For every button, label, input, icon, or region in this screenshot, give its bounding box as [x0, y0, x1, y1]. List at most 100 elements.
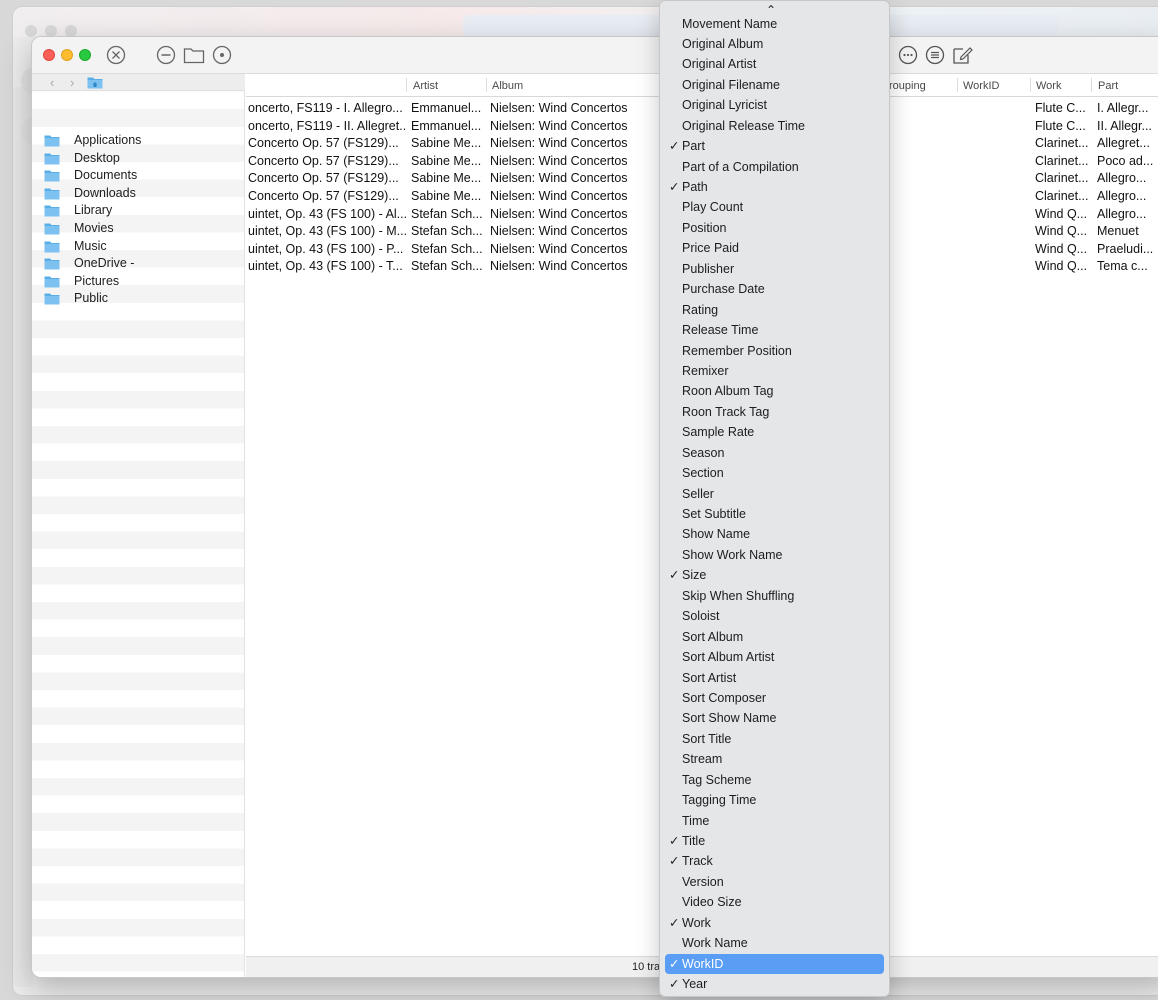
- menu-item[interactable]: Original Filename: [665, 75, 884, 95]
- menu-item[interactable]: Show Work Name: [665, 545, 884, 565]
- column-chooser-menu: ⌃ Movement Name Original Album Original Ar…: [659, 0, 890, 997]
- menu-item-label: Roon Album Tag: [682, 384, 774, 399]
- zoom-window-button[interactable]: [79, 49, 91, 61]
- menu-item[interactable]: Sort Album: [665, 627, 884, 647]
- menu-item-label: Sort Show Name: [682, 711, 777, 726]
- menu-item[interactable]: Soloist: [665, 606, 884, 626]
- menu-item[interactable]: Stream: [665, 749, 884, 769]
- menu-item[interactable]: Show Name: [665, 524, 884, 544]
- menu-item[interactable]: Price Paid: [665, 238, 884, 258]
- folder-icon[interactable]: [183, 45, 205, 65]
- menu-item[interactable]: ✓ WorkID: [665, 953, 884, 975]
- menu-item[interactable]: Release Time: [665, 320, 884, 340]
- column-header-part[interactable]: Part: [1098, 80, 1118, 92]
- list-icon[interactable]: [925, 45, 945, 65]
- cell-part: Praeludi...: [1097, 241, 1154, 256]
- menu-item[interactable]: Original Lyricist: [665, 95, 884, 115]
- cell-work: Wind Q...: [1035, 241, 1088, 256]
- menu-item[interactable]: Season: [665, 443, 884, 463]
- sidebar-item[interactable]: Documents: [32, 167, 245, 185]
- remove-icon[interactable]: [156, 45, 176, 65]
- menu-item[interactable]: Roon Track Tag: [665, 402, 884, 422]
- column-header-workid[interactable]: WorkID: [963, 80, 999, 92]
- menu-item[interactable]: Time: [665, 811, 884, 831]
- sidebar-item[interactable]: Library: [32, 202, 245, 220]
- folder-icon: [44, 293, 60, 305]
- menu-item-label: Seller: [682, 486, 714, 501]
- sidebar-item[interactable]: Applications: [32, 132, 245, 150]
- menu-item[interactable]: Sort Album Artist: [665, 647, 884, 667]
- menu-item[interactable]: ✓ Title: [665, 831, 884, 851]
- column-header-album[interactable]: Album: [492, 80, 523, 92]
- menu-item-label: Section: [682, 466, 724, 481]
- menu-item[interactable]: Sort Artist: [665, 668, 884, 688]
- sidebar-item[interactable]: Music: [32, 238, 245, 256]
- menu-item[interactable]: Position: [665, 218, 884, 238]
- column-header-work[interactable]: Work: [1036, 80, 1061, 92]
- menu-item[interactable]: Sort Show Name: [665, 708, 884, 728]
- sidebar-item[interactable]: Desktop: [32, 150, 245, 168]
- column-header-artist[interactable]: Artist: [413, 80, 438, 92]
- sidebar-item-label: Library: [74, 203, 113, 218]
- sidebar-item[interactable]: OneDrive -: [32, 255, 245, 273]
- forward-arrow-icon[interactable]: ›: [70, 75, 74, 90]
- sidebar-item[interactable]: Downloads: [32, 185, 245, 203]
- cell-artist: Stefan Sch...: [411, 224, 483, 239]
- menu-item[interactable]: Original Album: [665, 34, 884, 54]
- menu-item[interactable]: Tagging Time: [665, 790, 884, 810]
- cell-work: Wind Q...: [1035, 206, 1088, 221]
- menu-item[interactable]: Sort Title: [665, 729, 884, 749]
- menu-item[interactable]: Set Subtitle: [665, 504, 884, 524]
- back-arrow-icon[interactable]: ‹: [50, 75, 54, 90]
- sidebar-item[interactable]: Public: [32, 290, 245, 308]
- menu-item[interactable]: Video Size: [665, 892, 884, 912]
- menu-item[interactable]: Publisher: [665, 259, 884, 279]
- menu-item[interactable]: Original Release Time: [665, 116, 884, 136]
- menu-item[interactable]: Work Name: [665, 933, 884, 953]
- menu-item[interactable]: Sort Composer: [665, 688, 884, 708]
- menu-item[interactable]: Rating: [665, 300, 884, 320]
- menu-item[interactable]: Seller: [665, 484, 884, 504]
- sidebar-item[interactable]: Pictures: [32, 273, 245, 291]
- cell-album: Nielsen: Wind Concertos: [490, 171, 628, 186]
- menu-item-label: Movement Name: [682, 16, 778, 31]
- sidebar-item-label: Pictures: [74, 273, 120, 288]
- menu-item[interactable]: ✓ Track: [665, 851, 884, 871]
- menu-item[interactable]: Skip When Shuffling: [665, 586, 884, 606]
- more-options-icon[interactable]: [898, 45, 918, 65]
- menu-item[interactable]: Version: [665, 872, 884, 892]
- cell-artist: Stefan Sch...: [411, 241, 483, 256]
- menu-item[interactable]: Play Count: [665, 197, 884, 217]
- menu-item-label: Sort Composer: [682, 690, 767, 705]
- menu-item[interactable]: ✓ Size: [665, 565, 884, 585]
- folder-icon: [44, 188, 60, 200]
- cell-part: Tema c...: [1097, 259, 1148, 274]
- menu-item[interactable]: ✓ Work: [665, 913, 884, 933]
- stop-icon[interactable]: [106, 45, 126, 65]
- cell-work: Wind Q...: [1035, 259, 1088, 274]
- edit-icon[interactable]: [952, 45, 974, 65]
- sidebar-item[interactable]: Movies: [32, 220, 245, 238]
- menu-item[interactable]: Part of a Compilation: [665, 157, 884, 177]
- menu-item[interactable]: Remixer: [665, 361, 884, 381]
- home-folder-icon[interactable]: [87, 76, 103, 89]
- menu-item-label: Sort Album: [682, 629, 744, 644]
- sidebar-item-label: Movies: [74, 220, 114, 235]
- menu-item[interactable]: Roon Album Tag: [665, 381, 884, 401]
- minimize-window-button[interactable]: [61, 49, 73, 61]
- menu-item[interactable]: Tag Scheme: [665, 770, 884, 790]
- menu-item[interactable]: Movement Name: [665, 14, 884, 34]
- close-window-button[interactable]: [43, 49, 55, 61]
- column-header-grouping[interactable]: rouping: [889, 80, 926, 92]
- disc-icon[interactable]: [212, 45, 232, 65]
- menu-item[interactable]: ✓ Part: [665, 136, 884, 156]
- cell-title: Concerto Op. 57 (FS129)...: [248, 136, 399, 151]
- menu-item[interactable]: Section: [665, 463, 884, 483]
- menu-item[interactable]: Sample Rate: [665, 422, 884, 442]
- menu-item[interactable]: Remember Position: [665, 341, 884, 361]
- menu-item[interactable]: Original Artist: [665, 54, 884, 74]
- menu-item[interactable]: ✓ Path: [665, 177, 884, 197]
- menu-item[interactable]: ✓ Year: [665, 974, 884, 994]
- cell-album: Nielsen: Wind Concertos: [490, 136, 628, 151]
- menu-item[interactable]: Purchase Date: [665, 279, 884, 299]
